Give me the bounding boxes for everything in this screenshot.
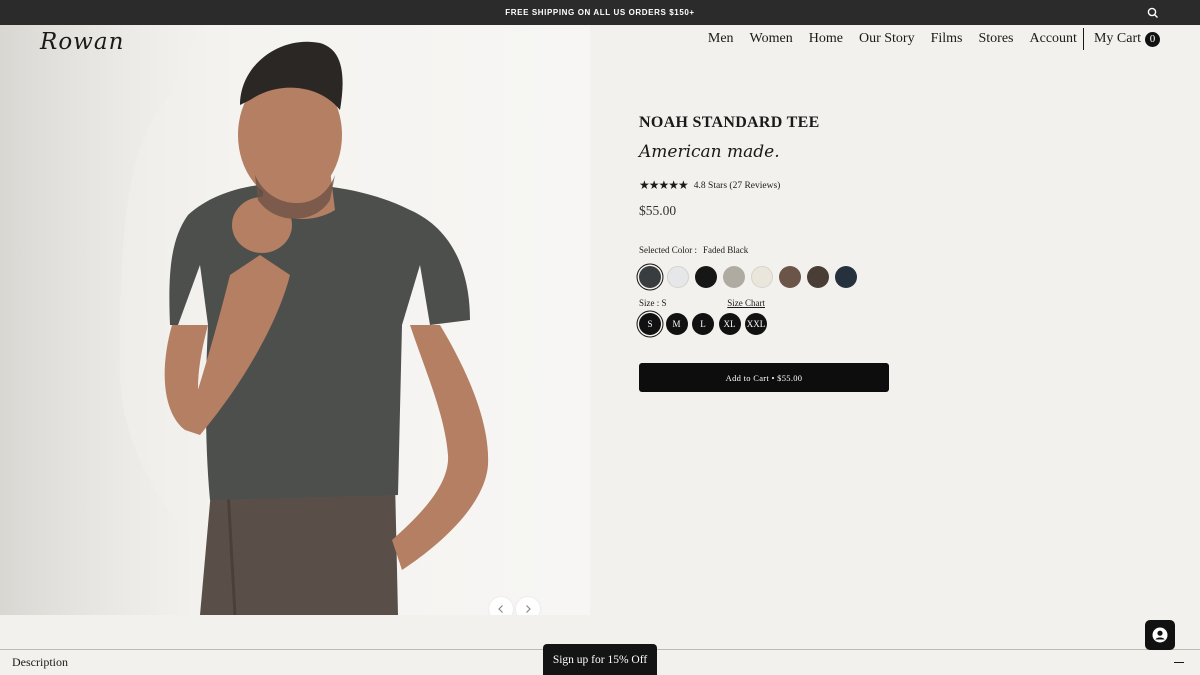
nav-account[interactable]: Account (1030, 31, 1077, 47)
product-title: NOAH STANDARD TEE (639, 114, 820, 131)
promo-text: FREE SHIPPING ON ALL US ORDERS $150+ (505, 8, 695, 17)
size-row: Size : S Size Chart (639, 298, 765, 308)
product-price: $55.00 (639, 203, 677, 218)
rowan-logo[interactable]: Rowan (40, 29, 124, 55)
main-nav: Men Women Home Our Story Films Stores Ac… (692, 28, 1160, 50)
color-swatch[interactable] (807, 266, 829, 288)
selected-color-label: Selected Color : (639, 245, 697, 255)
user-icon (1152, 627, 1168, 643)
nav-women[interactable]: Women (750, 31, 793, 47)
previous-image-button[interactable] (489, 597, 513, 615)
product-image (0, 25, 590, 615)
product-details: NOAH STANDARD TEE American made. ★★★★★ 4… (639, 114, 889, 392)
cart-button[interactable]: My Cart 0 (1094, 31, 1160, 47)
chevron-right-icon (526, 605, 531, 613)
color-swatches (639, 266, 889, 288)
size-chart-link[interactable]: Size Chart (727, 298, 765, 308)
selected-color-value: Faded Black (703, 245, 749, 255)
nav-films[interactable]: Films (931, 31, 963, 47)
american-made-tagline: American made. (639, 142, 780, 162)
cart-count-badge: 0 (1145, 31, 1160, 47)
nav-divider (1082, 28, 1084, 50)
size-option-l[interactable]: L (692, 313, 714, 335)
rating-text: 4.8 Stars (27 Reviews) (693, 180, 781, 191)
model-photo (0, 25, 489, 615)
size-option-s[interactable]: S (639, 313, 661, 335)
minus-icon[interactable] (1174, 661, 1184, 664)
size-options: S M L XL XXL (639, 313, 889, 335)
color-swatch[interactable] (723, 266, 745, 288)
color-swatch[interactable] (779, 266, 801, 288)
promo-bar: FREE SHIPPING ON ALL US ORDERS $150+ (0, 0, 1200, 25)
next-image-button[interactable] (516, 597, 540, 615)
color-swatch[interactable] (835, 266, 857, 288)
color-swatch[interactable] (695, 266, 717, 288)
add-to-cart-button[interactable]: Add to Cart • $55.00 (639, 363, 889, 392)
nav-home[interactable]: Home (809, 31, 843, 47)
star-rating-icon: ★★★★★ (639, 178, 689, 192)
size-option-xxl[interactable]: XXL (745, 313, 767, 335)
cart-label: My Cart (1093, 31, 1141, 46)
size-option-xl[interactable]: XL (718, 313, 741, 335)
color-swatch[interactable] (639, 266, 661, 288)
signup-discount-button[interactable]: Sign up for 15% Off (543, 644, 657, 675)
color-swatch[interactable] (667, 266, 689, 288)
nav-men[interactable]: Men (708, 31, 734, 47)
size-label: Size : S (639, 298, 667, 308)
color-swatch[interactable] (751, 266, 773, 288)
account-chat-button[interactable] (1145, 620, 1175, 650)
size-option-m[interactable]: M (665, 313, 688, 335)
selected-color: Selected Color : Faded Black (639, 245, 889, 255)
nav-our-story[interactable]: Our Story (859, 31, 915, 47)
product-rating[interactable]: ★★★★★ 4.8 Stars (27 Reviews) (639, 178, 889, 193)
description-label: Description (12, 655, 68, 669)
search-icon[interactable] (1146, 6, 1160, 20)
nav-stores[interactable]: Stores (979, 31, 1014, 47)
chevron-left-icon (498, 605, 503, 613)
